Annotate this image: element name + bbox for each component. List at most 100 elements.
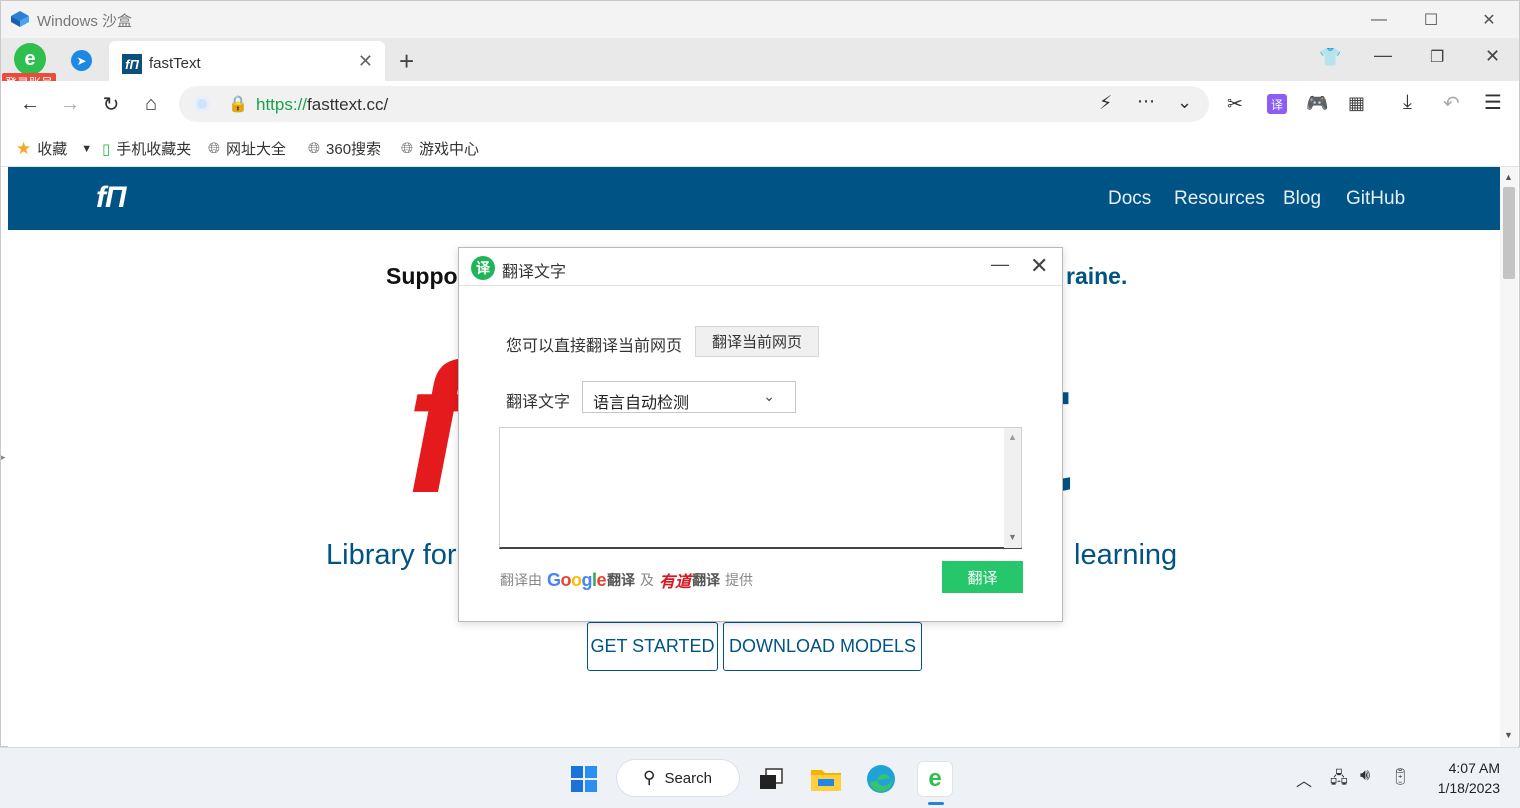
translate-icon[interactable]: 译	[1267, 94, 1287, 114]
send-icon[interactable]: ➤	[71, 50, 92, 71]
scroll-down-icon[interactable]: ▼	[1504, 730, 1513, 740]
ukraine-banner-right[interactable]: raine.	[1066, 263, 1127, 290]
translate-button[interactable]: 翻译	[942, 561, 1023, 593]
browser-logo-icon[interactable]: e	[14, 43, 46, 75]
forward-button[interactable]: →	[57, 91, 83, 117]
active-indicator	[928, 802, 944, 805]
bookmarks-bar: ★ 收藏 ▼ ▯ 手机收藏夹 🌐︎ 网址大全 🌐︎ 360搜索 🌐︎ 游戏中心	[1, 127, 1519, 167]
fasttext-favicon-icon: fΠ	[122, 54, 142, 74]
back-button[interactable]: ←	[17, 91, 43, 117]
google-logo: Google	[547, 569, 607, 590]
home-button[interactable]: ⌂	[138, 91, 164, 117]
volume-icon[interactable]: 🔊︎	[1360, 767, 1370, 785]
translate-page-prompt: 您可以直接翻译当前网页	[506, 338, 683, 355]
more-icon[interactable]: ⋯	[1137, 91, 1156, 112]
task-view-icon[interactable]	[753, 761, 789, 797]
address-bar[interactable]: 🔒 https://fasttext.cc/ ⚡ ⋯ ⌄	[179, 86, 1209, 122]
chevron-down-icon: ⌄	[763, 388, 775, 404]
dialog-minimize-button[interactable]: —	[991, 254, 1009, 275]
clock[interactable]: 4:07 AM 1/18/2023	[1430, 758, 1500, 798]
translate-logo-icon: 译	[471, 256, 495, 280]
translate-dialog: 译 翻译文字 — ✕ 您可以直接翻译当前网页 翻译当前网页 翻译文字 语言自动检…	[458, 247, 1063, 622]
chevron-down-icon[interactable]: ⌄	[1177, 92, 1192, 113]
tab-minimize-button[interactable]: —	[1374, 45, 1392, 66]
lightning-icon[interactable]: ⚡	[1099, 92, 1112, 115]
clock-time: 4:07 AM	[1448, 760, 1500, 776]
side-panel-toggle-icon[interactable]: ▸	[1, 452, 6, 463]
minimize-button[interactable]: —	[1356, 1, 1402, 38]
site-logo[interactable]: fΠ	[96, 181, 127, 215]
scroll-down-icon[interactable]: ▼	[1008, 532, 1017, 542]
translate-text-label: 翻译文字	[506, 394, 571, 411]
tab-close-window-button[interactable]: ✕	[1485, 46, 1500, 67]
bookmark-favorites[interactable]: ★ 收藏 ▼	[16, 138, 92, 159]
textarea-scrollbar[interactable]: ▲ ▼	[1004, 428, 1021, 548]
star-icon: ★	[16, 138, 32, 158]
ukraine-banner-left: Suppo	[386, 263, 458, 289]
taskbar: ⚲ Search e ︿ 🖧 🔊︎ 🔋︎ 4:07 AM 1/18/2023	[0, 747, 1520, 808]
globe-icon: 🌐︎	[308, 140, 321, 157]
dialog-close-button[interactable]: ✕	[1030, 253, 1048, 279]
new-tab-button[interactable]: +	[399, 46, 414, 77]
page-scrollbar[interactable]: ▲ ▼	[1500, 167, 1518, 747]
download-models-button[interactable]: DOWNLOAD MODELS	[723, 622, 922, 671]
bookmark-directory[interactable]: 🌐︎ 网址大全	[208, 138, 286, 159]
globe-icon: 🌐︎	[401, 140, 414, 157]
battery-icon[interactable]: 🔋︎	[1390, 767, 1410, 787]
apps-grid-icon[interactable]: ▦	[1348, 93, 1365, 114]
tagline-left: Library for	[326, 539, 457, 571]
download-icon[interactable]: ⤓	[1403, 91, 1412, 114]
scroll-thumb[interactable]	[1503, 187, 1515, 279]
scroll-up-icon[interactable]: ▲	[1008, 432, 1017, 442]
taskbar-search-label: Search	[664, 769, 712, 787]
caret-down-icon[interactable]: ▼	[81, 143, 92, 155]
file-explorer-icon[interactable]	[808, 761, 844, 797]
lock-icon: 🔒	[228, 96, 248, 113]
window-title: Windows 沙盒	[37, 13, 133, 30]
youdao-logo: 有道	[659, 574, 692, 591]
bookmark-360-search[interactable]: 🌐︎ 360搜索	[308, 138, 381, 159]
nav-github[interactable]: GitHub	[1346, 188, 1405, 210]
language-select-value: 语言自动检测	[593, 395, 690, 412]
maximize-button[interactable]: ☐	[1408, 1, 1454, 38]
skin-icon[interactable]: 👕	[1319, 47, 1341, 68]
bookmark-game-center[interactable]: 🌐︎ 游戏中心	[401, 138, 479, 159]
tab-close-icon[interactable]: ✕	[358, 51, 373, 72]
nav-resources[interactable]: Resources	[1174, 188, 1265, 210]
start-icon[interactable]	[566, 761, 602, 797]
dialog-title: 翻译文字	[502, 264, 567, 281]
scroll-up-icon[interactable]: ▲	[1504, 172, 1513, 182]
menu-icon[interactable]: ☰	[1484, 90, 1502, 115]
tab-restore-button[interactable]: ❐	[1430, 47, 1444, 67]
tagline-right: learning	[1074, 539, 1178, 571]
tray-expand-icon[interactable]: ︿	[1296, 767, 1312, 791]
globe-icon: 🌐︎	[208, 140, 221, 157]
bookmark-mobile[interactable]: ▯ 手机收藏夹	[102, 138, 191, 159]
phone-icon: ▯	[102, 140, 111, 158]
dialog-header: 译 翻译文字 — ✕	[459, 248, 1062, 286]
nav-docs[interactable]: Docs	[1108, 188, 1151, 210]
translate-page-button[interactable]: 翻译当前网页	[695, 326, 819, 357]
navigation-bar: ← → ↻ ⌂ 🔒 https://fasttext.cc/ ⚡ ⋯ ⌄ ✂ 译…	[1, 81, 1519, 127]
taskbar-search[interactable]: ⚲ Search	[616, 759, 740, 797]
tab-fasttext[interactable]: fΠ fastText ✕	[109, 41, 385, 81]
title-bar: Windows 沙盒 — ☐ ✕	[1, 1, 1519, 38]
nav-blog[interactable]: Blog	[1283, 188, 1321, 210]
language-select[interactable]: 语言自动检测 ⌄	[582, 381, 796, 413]
source-text-input[interactable]: ▲ ▼	[499, 427, 1022, 549]
game-icon[interactable]: 🎮	[1306, 93, 1328, 114]
undo-icon[interactable]: ↶	[1443, 91, 1460, 116]
translation-credit: 翻译由 Google 翻译 及 有道 翻译 提供	[500, 569, 754, 592]
tab-strip: e 登录账号 ➤ fΠ fastText ✕ + 👕 — ❐ ✕	[1, 38, 1519, 92]
sandbox-icon	[11, 11, 29, 27]
site-info-icon[interactable]	[194, 96, 210, 112]
close-button[interactable]: ✕	[1466, 1, 1512, 38]
url-text[interactable]: https://fasttext.cc/	[256, 95, 388, 115]
reload-button[interactable]: ↻	[98, 91, 124, 117]
clock-date: 1/18/2023	[1437, 780, 1500, 796]
get-started-button[interactable]: GET STARTED	[587, 622, 718, 671]
360-browser-taskbar-icon[interactable]: e	[917, 761, 953, 805]
edge-icon[interactable]	[863, 761, 899, 797]
network-icon[interactable]: 🖧	[1330, 767, 1348, 794]
scissors-icon[interactable]: ✂	[1227, 93, 1243, 116]
